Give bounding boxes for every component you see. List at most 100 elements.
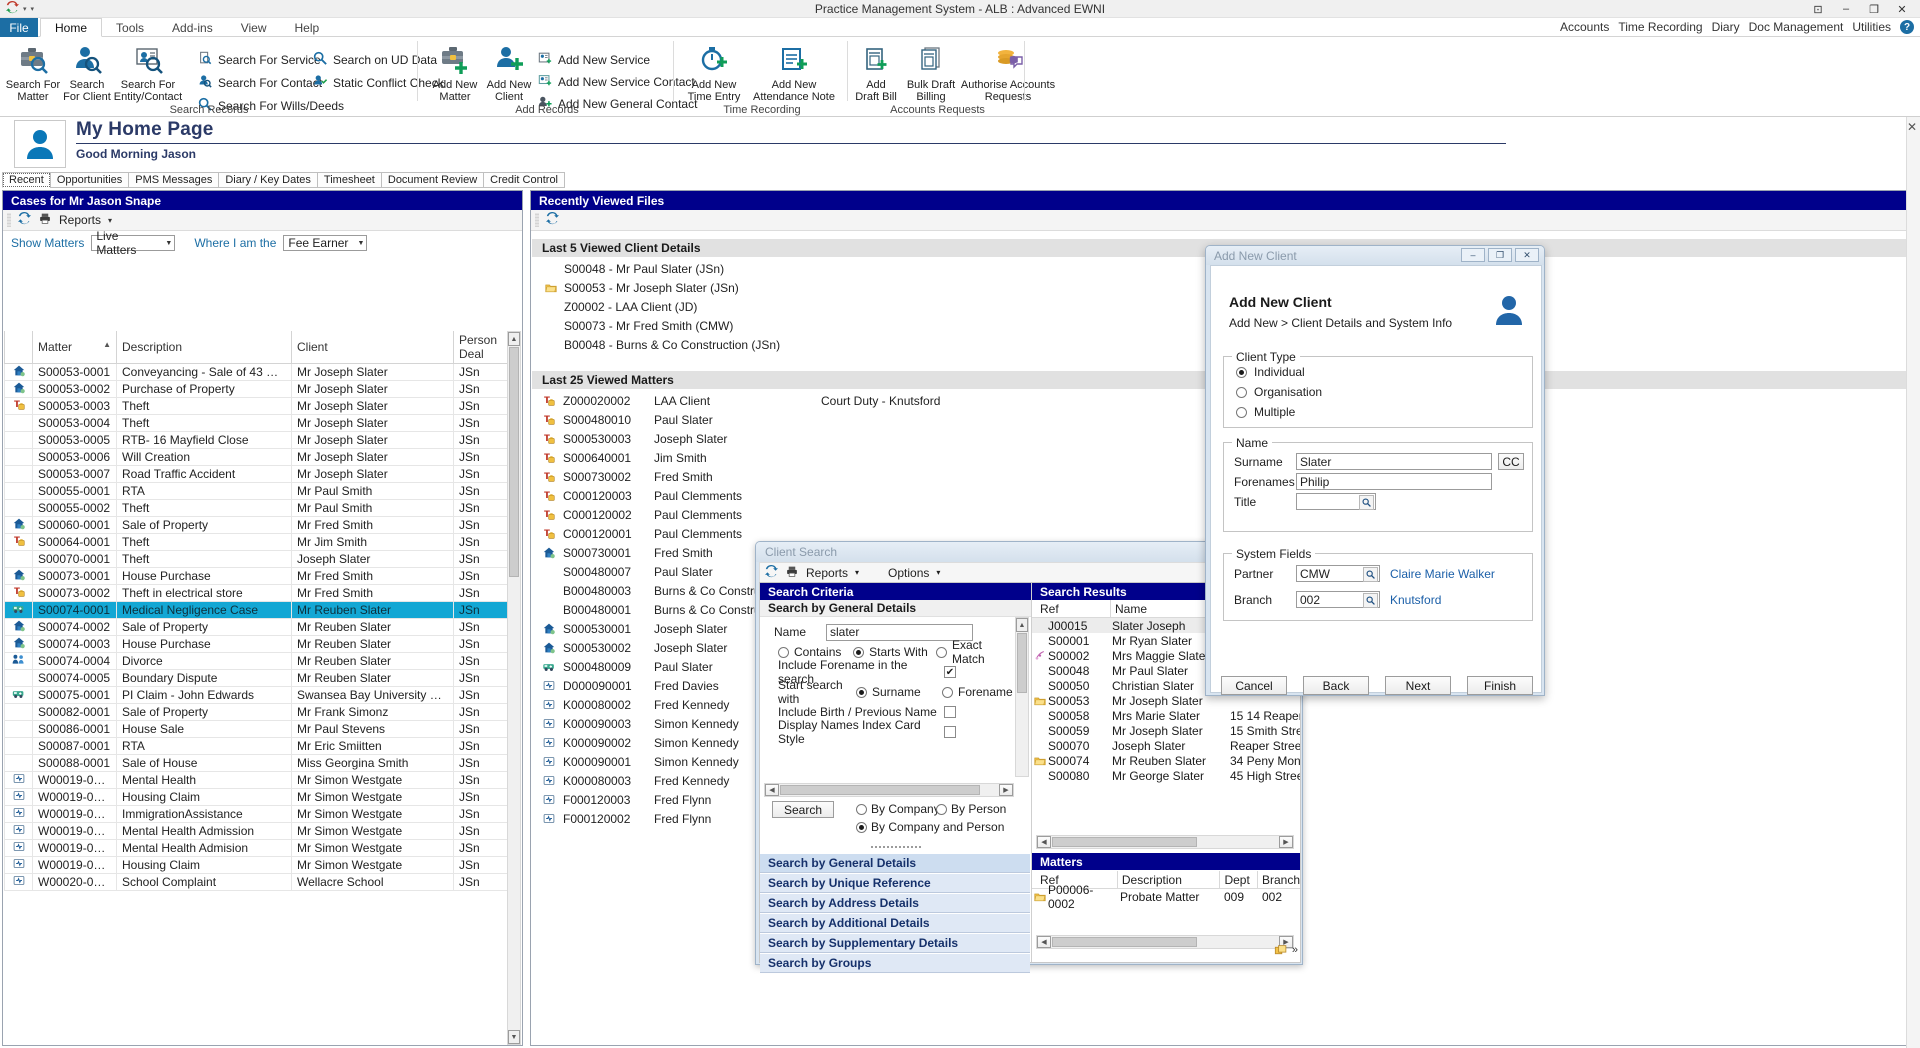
tab-opportunities[interactable]: Opportunities [50,172,129,188]
table-row[interactable]: S00074-0001Medical Negligence CaseMr Reu… [5,602,508,619]
reports-button[interactable]: Reports [59,213,101,227]
maximize-button[interactable]: ❐ [1860,0,1888,18]
client-type-organisation-radio[interactable]: Organisation [1236,385,1322,399]
table-row[interactable]: S00053-0003TheftMr Joseph SlaterJSn [5,398,508,415]
finish-button[interactable]: Finish [1467,676,1533,695]
table-row[interactable]: S00053-0001Conveyancing - Sale of 43 Man… [5,364,508,381]
accordion-item[interactable]: Search by General Details [760,853,1030,873]
tab-credit-control[interactable]: Credit Control [483,172,565,188]
cases-panel-toolbar[interactable]: Reports ▾ [3,210,522,231]
branch-input[interactable]: 002 [1296,591,1380,608]
forename-radio[interactable]: Forename [942,685,1013,699]
client-type-individual-radio[interactable]: Individual [1236,365,1305,379]
matters-hscrollbar[interactable]: ◀ ▶ [1036,935,1294,949]
matters-col-description[interactable]: Description [1117,871,1220,888]
results-hscrollbar[interactable]: ◀ ▶ [1036,835,1294,849]
splitter-handle[interactable] [870,845,922,849]
scroll-thumb[interactable] [509,347,519,577]
tab-view[interactable]: View [227,18,281,37]
partner-link[interactable]: Claire Marie Walker [1390,567,1495,581]
add-new-service-button[interactable]: Add New Service [535,49,653,70]
client-type-multiple-radio[interactable]: Multiple [1236,405,1295,419]
top-menu-bar[interactable]: Accounts Time Recording Diary Doc Manage… [1560,20,1914,34]
results-col-ref[interactable]: Ref [1032,600,1110,617]
add-new-attendance-note-button[interactable]: Add NewAttendance Note [748,41,840,103]
table-row[interactable]: S00070-0001TheftJoseph SlaterJSn [5,551,508,568]
printer-icon[interactable] [38,212,52,228]
surname-input[interactable]: Slater [1296,453,1492,470]
result-row[interactable]: S00074Mr Reuben Slater34 Peny Mont [1032,753,1300,768]
criteria-vscrollbar[interactable]: ▲ [1015,617,1029,777]
cc-button[interactable]: CC [1498,453,1524,470]
scroll-thumb[interactable] [1052,937,1197,947]
lookup-icon[interactable] [1359,495,1374,510]
scroll-down-button[interactable]: ▼ [508,1030,520,1044]
branch-link[interactable]: Knutsford [1390,593,1441,607]
result-row[interactable]: S00058Mrs Marie Slater15 14 Reaper [1032,708,1300,723]
tab-document-review[interactable]: Document Review [381,172,484,188]
tab-add-ins[interactable]: Add-ins [158,18,227,37]
tab-home[interactable]: Home [40,18,102,37]
ribbon-tabs[interactable]: Home Tools Add-ins View Help [40,18,333,37]
table-row[interactable]: W00019-0004Mental Health AdmissionMr Sim… [5,823,508,840]
tab-diary-key-dates[interactable]: Diary / Key Dates [218,172,318,188]
table-row[interactable]: W00019-0006Housing ClaimMr Simon Westgat… [5,857,508,874]
partner-input[interactable]: CMW [1296,565,1380,582]
back-button[interactable]: Back [1303,676,1369,695]
chevron-down-icon[interactable]: ▾ [936,568,940,577]
scroll-right-button[interactable]: ▶ [999,784,1013,796]
help-icon[interactable]: ? [1900,20,1914,34]
table-row[interactable]: S00074-0004DivorceMr Reuben SlaterJSn [5,653,508,670]
menu-accounts[interactable]: Accounts [1560,20,1609,34]
starts-with-radio[interactable]: Starts With [853,645,936,659]
table-row[interactable]: W00019-0002Housing ClaimMr Simon Westgat… [5,789,508,806]
show-matters-select[interactable]: Live Matters ▼ [91,235,175,251]
scroll-left-button[interactable]: ◀ [1037,936,1051,948]
scroll-left-button[interactable]: ◀ [1037,836,1051,848]
accordion-item[interactable]: Search by Additional Details [760,913,1030,933]
table-row[interactable]: W00020-0001School ComplaintWellacre Scho… [5,874,508,891]
table-row[interactable]: S00082-0001Sale of PropertyMr Frank Simo… [5,704,508,721]
scroll-thumb[interactable] [1017,633,1027,693]
scroll-thumb[interactable] [780,785,980,795]
col-description[interactable]: Description [117,331,292,364]
result-row[interactable]: S00070Joseph SlaterReaper Street [1032,738,1300,753]
menu-utilities[interactable]: Utilities [1852,20,1891,34]
accordion-item[interactable]: Search by Supplementary Details [760,933,1030,953]
col-person-deal[interactable]: Person Deal [454,331,508,364]
toolbar-grip[interactable] [7,213,11,227]
add-draft-bill-button[interactable]: AddDraft Bill [850,41,902,103]
refresh-icon[interactable] [546,212,559,228]
matters-col-dept[interactable]: Dept [1219,871,1257,888]
contains-radio[interactable]: Contains [778,645,853,659]
lookup-icon[interactable] [1363,593,1378,608]
search-for-client-button[interactable]: SearchFor Client [56,41,118,103]
search-for-contact-button[interactable]: Search For Contact [195,72,325,93]
table-row[interactable]: W00019-0001Mental HealthMr Simon Westgat… [5,772,508,789]
table-row[interactable]: S00075-0001PI Claim - John EdwardsSwanse… [5,687,508,704]
surname-radio[interactable]: Surname [856,685,942,699]
result-row[interactable]: S00059Mr Joseph Slater15 Smith Stree [1032,723,1300,738]
toolbar-grip[interactable] [535,213,539,227]
tab-help[interactable]: Help [281,18,334,37]
printer-icon[interactable] [785,565,799,581]
scroll-left-button[interactable]: ◀ [765,784,779,796]
add-new-client-button[interactable]: Add NewClient [478,41,540,103]
table-row[interactable]: S00053-0005RTB- 16 Mayfield CloseMr Jose… [5,432,508,449]
accordion-item[interactable]: Search by Address Details [760,893,1030,913]
restore-up-button[interactable]: ⊡ [1804,0,1832,18]
next-button[interactable]: Next [1385,676,1451,695]
role-select[interactable]: Fee Earner ▼ [283,235,367,251]
by-person-radio[interactable]: By Person [936,802,1006,816]
table-row[interactable]: W00019-0005Mental Health AdmisionMr Simo… [5,840,508,857]
anc-minimize-button[interactable]: – [1461,248,1485,262]
include-forename-checkbox[interactable]: ✔ [944,666,956,678]
col-matter[interactable]: Matter ▲ [33,331,117,364]
cs-options-button[interactable]: Options [888,566,929,580]
search-button[interactable]: Search [772,801,834,818]
table-row[interactable]: W00019-0003ImmigrationAssistanceMr Simon… [5,806,508,823]
table-row[interactable]: S00086-0001House SaleMr Paul StevensJSn [5,721,508,738]
matter-result-row[interactable]: P00006-0002Probate Matter009002 [1032,889,1300,905]
bulk-draft-billing-button[interactable]: Bulk DraftBilling [900,41,962,103]
export-icon[interactable] [1274,944,1288,960]
